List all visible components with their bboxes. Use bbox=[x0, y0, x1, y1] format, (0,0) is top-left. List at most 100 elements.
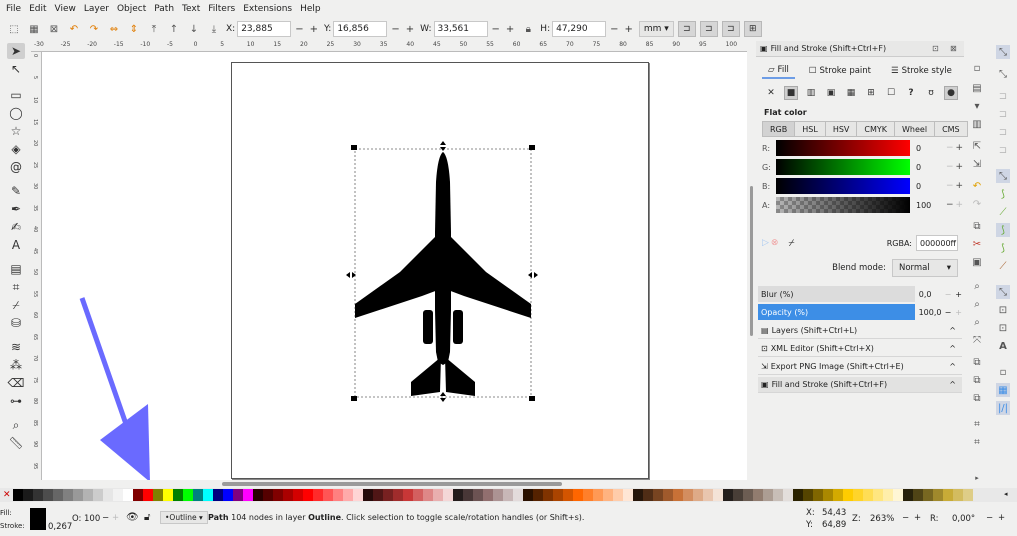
snap-centers-icon[interactable]: ⊡ bbox=[996, 303, 1010, 317]
snap-bbox-corner-icon[interactable]: ⊐ bbox=[996, 107, 1010, 121]
w-minus-button[interactable]: − bbox=[490, 24, 502, 35]
dock-close-icon[interactable]: ⊠ bbox=[950, 44, 957, 53]
scale-stroke-toggle[interactable]: ⊐ bbox=[677, 21, 696, 37]
fill-rule-nonzero-icon[interactable]: ● bbox=[944, 86, 958, 100]
horizontal-ruler[interactable]: -30 -25 -20 -15 -10 -5 0 5 10 15 20 25 30 35 40 45 50 55 6… bbox=[31, 41, 747, 52]
zoom-tool-icon[interactable]: ⌕ bbox=[7, 417, 25, 433]
snap-others-icon[interactable]: ⤡ bbox=[996, 285, 1010, 299]
fill-indicator[interactable] bbox=[30, 508, 46, 530]
paint-bucket-tool-icon[interactable]: ⛁ bbox=[7, 315, 25, 331]
blur-minus[interactable]: − bbox=[945, 290, 952, 299]
channel-a-plus[interactable]: + bbox=[956, 200, 964, 210]
channel-r-plus[interactable]: + bbox=[956, 143, 964, 153]
palette-swatch[interactable] bbox=[403, 489, 413, 501]
no-paint-swatch-icon[interactable]: ✕ bbox=[3, 490, 11, 500]
palette-swatch[interactable] bbox=[793, 489, 803, 501]
spiral-tool-icon[interactable]: @ bbox=[7, 159, 25, 175]
mesh-tool-icon[interactable]: ⌗ bbox=[7, 279, 25, 295]
blur-track[interactable]: Blur (%) bbox=[758, 286, 915, 302]
rotate-cw-icon[interactable]: ↷ bbox=[86, 21, 102, 37]
palette-swatch[interactable] bbox=[453, 489, 463, 501]
opacity-status-value[interactable]: 100 bbox=[84, 514, 100, 524]
scale-gradient-toggle[interactable]: ⊐ bbox=[721, 21, 740, 37]
select-all-icon[interactable]: ⬚ bbox=[6, 21, 22, 37]
blur-plus[interactable]: + bbox=[955, 290, 962, 299]
opacity-plus[interactable]: + bbox=[112, 513, 119, 523]
opacity-minus[interactable]: − bbox=[945, 308, 952, 317]
zoom-page-icon[interactable]: ⌕ bbox=[970, 315, 984, 329]
palette-swatch[interactable] bbox=[243, 489, 253, 501]
palette-swatch[interactable] bbox=[763, 489, 773, 501]
horizontal-scroll-thumb[interactable] bbox=[222, 482, 562, 486]
palette-swatch[interactable] bbox=[483, 489, 493, 501]
lower-to-bottom-icon[interactable]: ⤓ bbox=[206, 21, 222, 37]
undo-icon[interactable]: ↶ bbox=[970, 179, 984, 193]
palette-swatch[interactable] bbox=[133, 489, 143, 501]
color-palette[interactable] bbox=[0, 488, 1017, 502]
ellipse-tool-icon[interactable]: ◯ bbox=[7, 105, 25, 121]
palette-swatch[interactable] bbox=[213, 489, 223, 501]
zoom-drawing-icon[interactable]: ⌕ bbox=[970, 297, 984, 311]
pen-tool-icon[interactable]: ✒ bbox=[7, 201, 25, 217]
current-layer-select[interactable]: •Outline ▾ bbox=[160, 511, 208, 524]
h-minus-button[interactable]: − bbox=[608, 24, 620, 35]
palette-swatch[interactable] bbox=[73, 489, 83, 501]
palette-swatch[interactable] bbox=[83, 489, 93, 501]
channel-a-slider[interactable] bbox=[776, 197, 910, 213]
print-icon[interactable]: ▥ bbox=[970, 117, 984, 131]
snap-cusp-nodes-icon[interactable]: ⟆ bbox=[996, 223, 1010, 237]
palette-swatch[interactable] bbox=[223, 489, 233, 501]
palette-swatch[interactable] bbox=[923, 489, 933, 501]
palette-swatch[interactable] bbox=[23, 489, 33, 501]
blur-value[interactable]: 0,0 bbox=[919, 290, 939, 299]
linear-gradient-icon[interactable]: ▥ bbox=[804, 86, 818, 100]
menu-path[interactable]: Path bbox=[154, 4, 174, 14]
lock-layer-icon[interactable]: 🔓︎ bbox=[144, 512, 150, 523]
fill-stroke-panel-row[interactable]: ▣ Fill and Stroke (Shift+Ctrl+F) ^ bbox=[758, 377, 962, 393]
zoom-plus[interactable]: + bbox=[914, 513, 921, 523]
unlink-clone-icon[interactable]: ⧉ bbox=[970, 391, 984, 405]
zoom-width-icon[interactable]: ⤧ bbox=[970, 333, 984, 347]
palette-swatch[interactable] bbox=[13, 489, 23, 501]
calligraphy-tool-icon[interactable]: ✍ bbox=[7, 219, 25, 235]
palette-swatch[interactable] bbox=[413, 489, 423, 501]
palette-swatch[interactable] bbox=[373, 489, 383, 501]
paste-icon[interactable]: ▣ bbox=[970, 255, 984, 269]
group-icon[interactable]: ⌗ bbox=[970, 417, 984, 431]
snap-nodes-icon[interactable]: ⤡ bbox=[996, 169, 1010, 183]
palette-swatch[interactable] bbox=[733, 489, 743, 501]
palette-swatch[interactable] bbox=[723, 489, 733, 501]
star-tool-icon[interactable]: ☆ bbox=[7, 123, 25, 139]
flip-vertical-icon[interactable]: ⇕ bbox=[126, 21, 142, 37]
palette-swatch[interactable] bbox=[893, 489, 903, 501]
palette-swatch[interactable] bbox=[553, 489, 563, 501]
palette-swatch[interactable] bbox=[813, 489, 823, 501]
pencil-tool-icon[interactable]: ✎ bbox=[7, 183, 25, 199]
palette-swatch[interactable] bbox=[573, 489, 583, 501]
snap-intersections-icon[interactable]: ⟋ bbox=[996, 205, 1010, 219]
flat-color-icon[interactable]: ■ bbox=[784, 86, 798, 100]
channel-r-slider[interactable] bbox=[776, 140, 910, 156]
palette-swatch[interactable] bbox=[873, 489, 883, 501]
x-minus-button[interactable]: − bbox=[293, 24, 305, 35]
palette-swatch[interactable] bbox=[833, 489, 843, 501]
vertical-scrollbar[interactable] bbox=[747, 41, 756, 488]
palette-swatch[interactable] bbox=[913, 489, 923, 501]
stroke-width[interactable]: 0,267 bbox=[48, 522, 72, 532]
palette-swatch[interactable] bbox=[853, 489, 863, 501]
channel-b-plus[interactable]: + bbox=[956, 181, 964, 191]
palette-swatch[interactable] bbox=[623, 489, 633, 501]
text-tool-icon[interactable]: A bbox=[7, 237, 25, 253]
mode-rgb[interactable]: RGB bbox=[762, 121, 796, 137]
palette-swatch[interactable] bbox=[673, 489, 683, 501]
palette-swatch[interactable] bbox=[173, 489, 183, 501]
x-input[interactable]: 23,885 bbox=[237, 21, 292, 37]
raise-to-top-icon[interactable]: ⤒ bbox=[146, 21, 162, 37]
palette-swatch[interactable] bbox=[263, 489, 273, 501]
palette-swatch[interactable] bbox=[933, 489, 943, 501]
unit-select[interactable]: mm ▾ bbox=[638, 21, 674, 37]
palette-swatch[interactable] bbox=[593, 489, 603, 501]
snap-bbox-edge-icon[interactable]: ⊐ bbox=[996, 89, 1010, 103]
export-icon[interactable]: ⇲ bbox=[970, 157, 984, 171]
tweak-tool-icon[interactable]: ≋ bbox=[7, 339, 25, 355]
